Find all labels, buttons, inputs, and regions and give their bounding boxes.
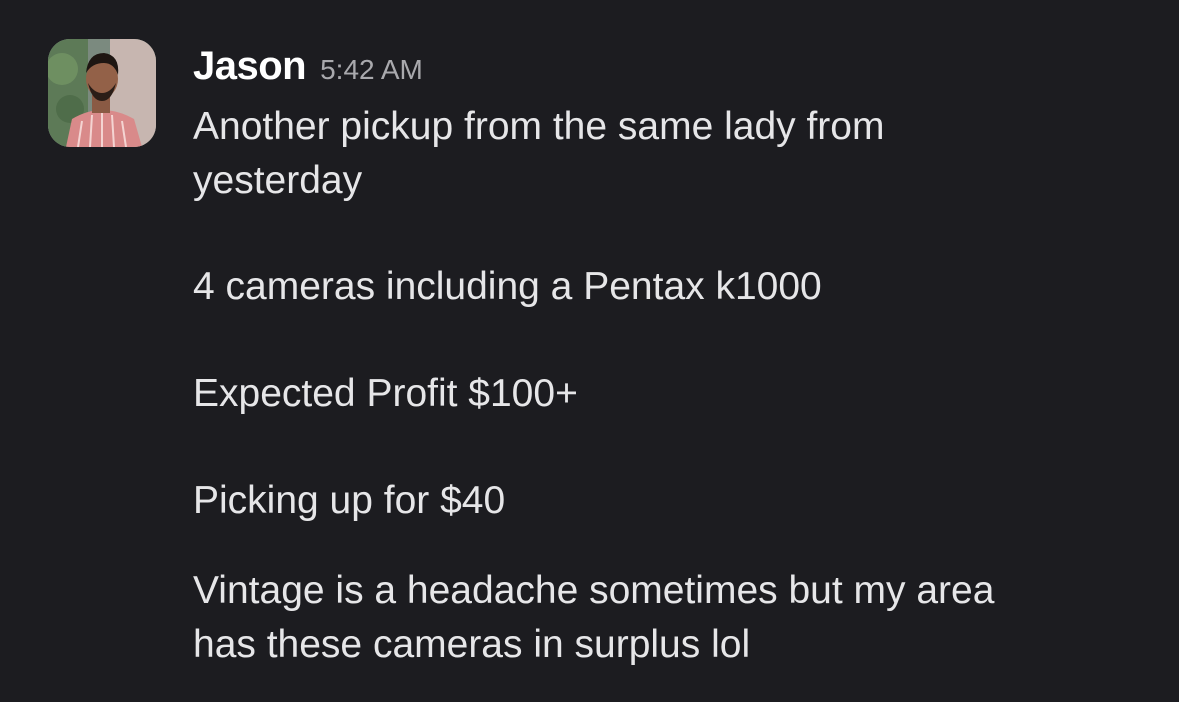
- chat-message: Jason 5:42 AM Another pickup from the sa…: [0, 0, 1179, 702]
- message-paragraph: 4 cameras including a Pentax k1000: [193, 260, 822, 314]
- user-avatar-icon: [48, 39, 156, 147]
- message-line: Vintage is a headache sometimes but my a…: [193, 569, 995, 612]
- message-paragraph: Picking up for $40: [193, 474, 505, 528]
- message-line: has these cameras in surplus lol: [193, 623, 751, 666]
- message-paragraph: Vintage is a headache sometimes but my a…: [193, 564, 994, 672]
- message-line: Another pickup from the same lady from: [193, 105, 885, 148]
- message-paragraph: Another pickup from the same lady from y…: [193, 100, 884, 208]
- message-line: yesterday: [193, 159, 363, 202]
- message-timestamp[interactable]: 5:42 AM: [320, 54, 423, 86]
- message-line: 4 cameras including a Pentax k1000: [193, 265, 822, 308]
- message-header: Jason 5:42 AM: [193, 44, 423, 92]
- avatar[interactable]: [48, 39, 156, 147]
- author-name[interactable]: Jason: [193, 44, 307, 89]
- message-paragraph: Expected Profit $100+: [193, 367, 578, 421]
- message-line: Expected Profit $100+: [193, 372, 578, 415]
- message-line: Picking up for $40: [193, 479, 506, 522]
